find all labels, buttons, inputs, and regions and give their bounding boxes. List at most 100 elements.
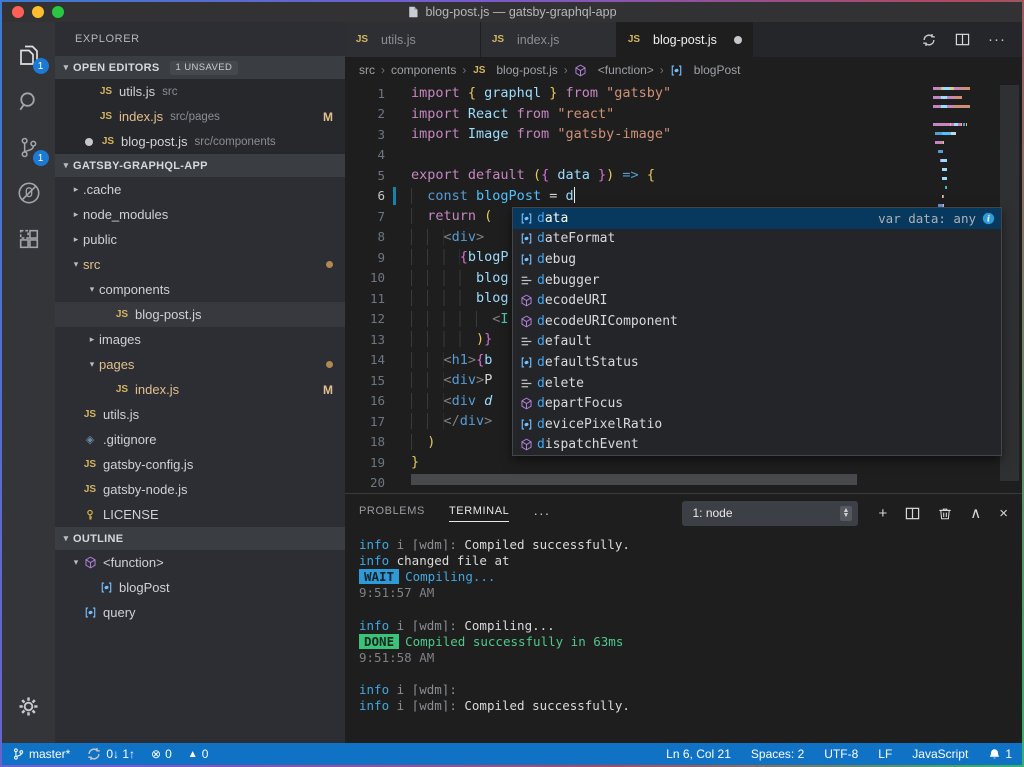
screen-frame: blog-post.js — gatsby-graphql-app 11 EXP… (0, 0, 1024, 767)
outline-item-<function>[interactable]: ▾ <function> (55, 550, 345, 575)
panel-more-icon[interactable]: ··· (533, 505, 550, 521)
status-eol[interactable]: LF (878, 747, 892, 761)
suggest-item-debug[interactable]: debug (513, 249, 1001, 270)
breadcrumb-separator: › (462, 63, 467, 77)
terminal-line: info i ⌈wdm⌉: Compiled successfully. (359, 698, 630, 714)
suggest-item-debugger[interactable]: debugger (513, 270, 1001, 291)
chevron-down-icon: ▾ (89, 284, 95, 294)
cube-icon (517, 294, 535, 307)
suggest-item-decodeURIComponent[interactable]: decodeURIComponent (513, 311, 1001, 332)
status-git-branch[interactable]: master* (12, 747, 70, 761)
suggest-item-dateFormat[interactable]: dateFormat (513, 229, 1001, 250)
tree-item-gatsby-config.js[interactable]: JS gatsby-config.js (55, 452, 345, 477)
vscode-window: blog-post.js — gatsby-graphql-app 11 EXP… (2, 2, 1022, 765)
tree-item-node_modules[interactable]: ▸ node_modules (55, 202, 345, 227)
code-line-1[interactable]: 1 import { graphql } from "gatsby" (345, 83, 1022, 104)
tree-item-images[interactable]: ▸ images (55, 327, 345, 352)
tree-item-LICENSE[interactable]: LICENSE (55, 502, 345, 527)
breadcrumb-blog-post.js[interactable]: JS blog-post.js (472, 63, 558, 77)
suggest-item-delete[interactable]: delete (513, 373, 1001, 394)
file-path: src (162, 85, 178, 98)
section-open-editors[interactable]: ▾ OPEN EDITORS 1 UNSAVED (55, 56, 345, 79)
vertical-scrollbar[interactable] (1000, 85, 1019, 481)
breadcrumb-src[interactable]: src (359, 63, 375, 77)
suggest-item-dispatchEvent[interactable]: dispatchEvent (513, 435, 1001, 456)
activity-explorer[interactable]: 1 (5, 32, 53, 78)
open-editor-utils.js[interactable]: JS utils.js src (55, 79, 345, 104)
status-indentation[interactable]: Spaces: 2 (751, 747, 804, 761)
tab-index.js[interactable]: JS index.js (481, 22, 617, 57)
item-label: utils.js (103, 407, 140, 422)
status-language-mode[interactable]: JavaScript (912, 747, 968, 761)
tab-utils.js[interactable]: JS utils.js (345, 22, 481, 57)
status-notifications[interactable]: 1 (988, 747, 1012, 761)
breadcrumb-<function>[interactable]: <function> (574, 63, 654, 77)
code-editor[interactable]: 1 import { graphql } from "gatsby" 2 import… (345, 83, 1022, 493)
badge: 1 (32, 58, 49, 74)
tree-item-public[interactable]: ▸ public (55, 227, 345, 252)
activity-search[interactable] (5, 78, 53, 124)
outline-item-query[interactable]: query (55, 600, 345, 625)
outline-item-blogPost[interactable]: blogPost (55, 575, 345, 600)
code-line-4[interactable]: 4 (345, 145, 1022, 166)
horizontal-scrollbar[interactable] (411, 474, 857, 485)
close-panel-icon[interactable]: × (999, 505, 1008, 522)
status-cursor-position[interactable]: Ln 6, Col 21 (666, 747, 731, 761)
suggest-item-data[interactable]: data var data: any i (513, 208, 1001, 229)
line-number: 3 (377, 126, 385, 142)
tree-item-gatsby-node.js[interactable]: JS gatsby-node.js (55, 477, 345, 502)
status-encoding[interactable]: UTF-8 (824, 747, 858, 761)
tree-item-src[interactable]: ▾ src (55, 252, 345, 277)
tree-item-utils.js[interactable]: JS utils.js (55, 402, 345, 427)
suggest-item-default[interactable]: default (513, 332, 1001, 353)
suggest-item-devicePixelRatio[interactable]: devicePixelRatio (513, 414, 1001, 435)
code-line-3[interactable]: 3 import Image from "gatsby-image" (345, 124, 1022, 145)
activity-extensions[interactable] (5, 216, 53, 262)
activity-debug[interactable] (5, 170, 53, 216)
tree-item-.gitignore[interactable]: ◈ .gitignore (55, 427, 345, 452)
suggest-widget: data var data: any i dateFormat debug debugge… (512, 207, 1002, 457)
new-terminal-icon[interactable]: + (878, 505, 887, 522)
field-icon (517, 253, 535, 266)
panel-tab-terminal[interactable]: TERMINAL (448, 505, 510, 522)
field-icon (517, 232, 535, 245)
file-path: src/components (194, 135, 276, 148)
open-editor-blog-post.js[interactable]: JS blog-post.js src/components (55, 129, 345, 154)
breadcrumb-components[interactable]: components (391, 63, 456, 77)
split-editor-icon[interactable] (955, 32, 970, 47)
breadcrumb-blogPost[interactable]: blogPost (670, 63, 741, 77)
suggest-label: decodeURI (537, 293, 608, 309)
tab-blog-post.js[interactable]: JS blog-post.js (617, 22, 753, 57)
tree-item-pages[interactable]: ▾ pages (55, 352, 345, 377)
activity-settings[interactable] (5, 683, 53, 729)
suggest-item-decodeURI[interactable]: decodeURI (513, 290, 1001, 311)
git-dot (326, 261, 333, 268)
status-warnings[interactable]: ▲ 0 (188, 747, 209, 761)
panel-tab-problems[interactable]: PROBLEMS (359, 505, 425, 521)
suggest-item-defaultStatus[interactable]: defaultStatus (513, 352, 1001, 373)
status-sync-changes[interactable]: 0↓ 1↑ (86, 746, 135, 762)
terminal-select[interactable]: 1: node ▲ ▼ (682, 500, 859, 526)
status-errors[interactable]: ⊗ 0 (151, 747, 172, 761)
code-line-2[interactable]: 2 import React from "react" (345, 104, 1022, 125)
sync-icon[interactable] (921, 32, 937, 48)
tab-bar: JS utils.js JS index.js JS blog-post.js ··· (345, 22, 1022, 57)
maximize-panel-icon[interactable]: ∧ (970, 504, 981, 522)
code-line-6[interactable]: 6 const blogPost = d (345, 186, 1022, 207)
section-outline[interactable]: ▾ OUTLINE (55, 527, 345, 550)
item-label: <function> (103, 555, 164, 570)
code-line-5[interactable]: 5 export default ({ data }) => { (345, 165, 1022, 186)
tree-item-blog-post.js[interactable]: JS blog-post.js (55, 302, 345, 327)
suggest-item-departFocus[interactable]: departFocus (513, 393, 1001, 414)
breadcrumb: src › components › JS blog-post.js › <function>… (345, 57, 1022, 83)
kill-terminal-icon[interactable] (938, 506, 952, 521)
tree-item-index.js[interactable]: JS index.js M (55, 377, 345, 402)
activity-source-control[interactable]: 1 (5, 124, 53, 170)
tree-item-.cache[interactable]: ▸ .cache (55, 177, 345, 202)
tree-item-components[interactable]: ▾ components (55, 277, 345, 302)
split-terminal-icon[interactable] (905, 506, 920, 521)
section-project[interactable]: ▾ GATSBY-GRAPHQL-APP (55, 154, 345, 177)
open-editor-index.js[interactable]: JS index.js src/pages M (55, 104, 345, 129)
git-modified-badge: M (323, 382, 333, 397)
more-actions-icon[interactable]: ··· (988, 32, 1006, 47)
